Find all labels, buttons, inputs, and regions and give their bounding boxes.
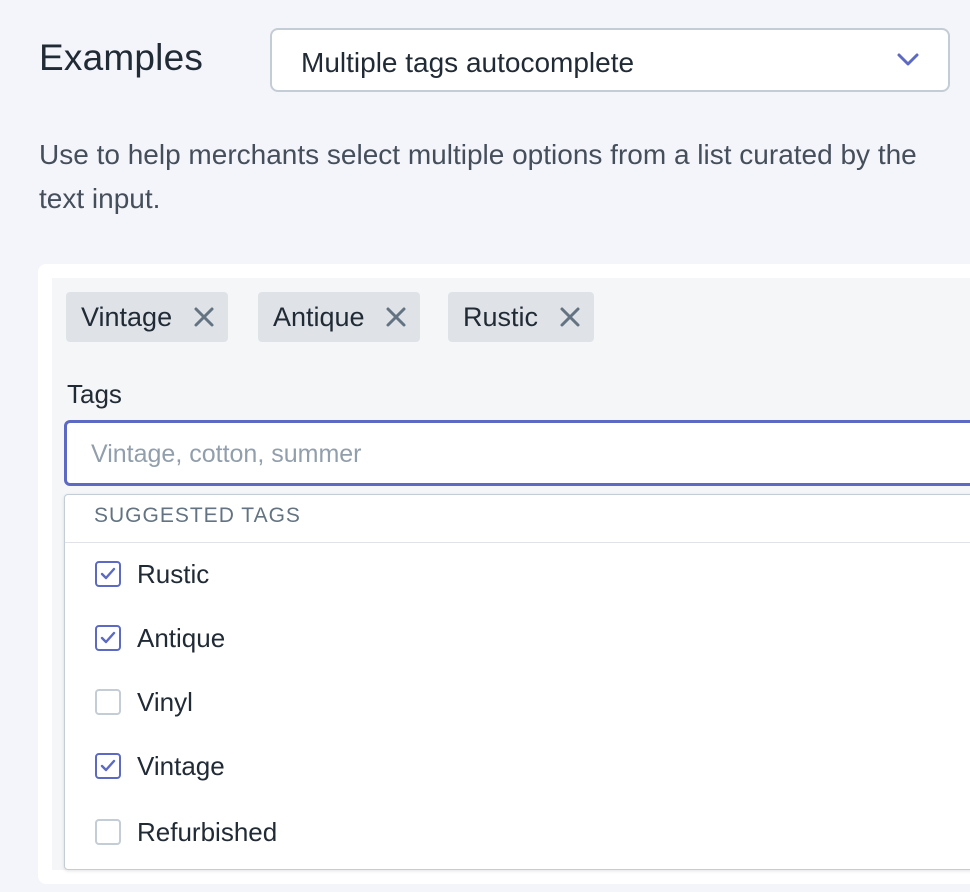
option-label: Vinyl [137, 687, 193, 717]
close-icon[interactable] [192, 305, 216, 329]
checkbox[interactable] [95, 753, 121, 779]
close-icon[interactable] [558, 305, 582, 329]
example-description: Use to help merchants select multiple op… [39, 139, 917, 214]
checkmark-icon [100, 567, 116, 580]
suggestions-popover: SUGGESTED TAGS Rustic Antique Vinyl Vint… [64, 494, 970, 870]
checkbox[interactable] [95, 819, 121, 845]
checkbox[interactable] [95, 561, 121, 587]
close-icon[interactable] [384, 305, 408, 329]
checkbox[interactable] [95, 625, 121, 651]
option-label: Refurbished [137, 817, 278, 847]
option-antique[interactable]: Antique [65, 611, 970, 667]
page-title: Examples [39, 37, 204, 78]
checkbox[interactable] [95, 689, 121, 715]
option-refurbished[interactable]: Refurbished [65, 805, 970, 861]
tags-field-label: Tags [67, 379, 122, 409]
option-label: Antique [137, 623, 226, 653]
option-label: Vintage [137, 751, 225, 781]
example-select[interactable]: Multiple tags autocomplete [270, 28, 950, 92]
example-card: Vintage Antique Rustic Tags SU [38, 264, 970, 884]
option-vintage[interactable]: Vintage [65, 739, 970, 795]
divider [65, 542, 970, 543]
chevron-down-icon [897, 53, 919, 66]
example-canvas: Vintage Antique Rustic Tags SU [52, 278, 970, 870]
option-label: Rustic [137, 559, 210, 589]
tag-antique: Antique [258, 292, 420, 342]
option-rustic[interactable]: Rustic [65, 547, 970, 603]
tags-input[interactable] [89, 435, 943, 473]
tag-label: Vintage [81, 302, 173, 332]
tag-rustic: Rustic [448, 292, 594, 342]
tag-label: Antique [273, 302, 365, 332]
examples-header: Examples Multiple tags autocomplete [39, 28, 954, 96]
example-select-value: Multiple tags autocomplete [301, 47, 635, 78]
suggested-tags-heading: SUGGESTED TAGS [94, 504, 301, 527]
option-vinyl[interactable]: Vinyl [65, 675, 970, 731]
tags-input-wrapper[interactable] [64, 420, 970, 486]
checkmark-icon [100, 759, 116, 772]
tag-vintage: Vintage [66, 292, 228, 342]
checkmark-icon [100, 631, 116, 644]
tag-label: Rustic [463, 302, 539, 332]
